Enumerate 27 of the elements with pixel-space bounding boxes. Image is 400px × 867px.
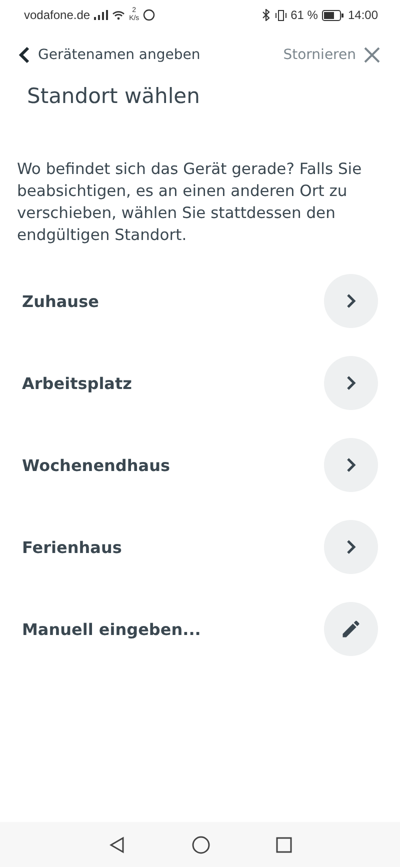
- location-label: Zuhause: [22, 292, 99, 310]
- battery-icon: [322, 10, 344, 20]
- wifi-icon: [112, 10, 126, 20]
- location-label: Ferienhaus: [22, 538, 122, 556]
- pencil-icon: [340, 618, 362, 640]
- battery-percent: 61 %: [290, 8, 318, 22]
- back-button[interactable]: Gerätenamen angeben: [18, 46, 200, 64]
- recents-nav-button[interactable]: [276, 836, 292, 852]
- cancel-button[interactable]: Stornieren: [283, 47, 380, 63]
- chevron-right-icon: [345, 457, 357, 473]
- home-nav-button[interactable]: [192, 836, 210, 854]
- back-nav-button[interactable]: [108, 836, 126, 854]
- close-icon: [364, 47, 380, 63]
- location-label: Arbeitsplatz: [22, 374, 132, 392]
- chevron-right-icon: [345, 375, 357, 391]
- description-text: Wo befindet sich das Gerät gerade? Falls Sie beabsichtigen, es an einen anderen Ort zu verschieben, wählen Sie stattdessen den endgültigen Standort.: [17, 159, 363, 246]
- back-chevron-icon: [18, 46, 30, 64]
- carrier-name: vodafone.de: [24, 8, 90, 22]
- location-label: Manuell eingeben...: [22, 620, 201, 638]
- clock-time: 14:00: [348, 8, 378, 22]
- bluetooth-icon: [262, 9, 271, 21]
- location-label: Wochenendhaus: [22, 456, 170, 474]
- page-title: Standort wählen: [27, 84, 201, 108]
- chevron-right-icon: [345, 293, 357, 309]
- chevron-right-icon: [345, 539, 357, 555]
- signal-icon: [94, 10, 108, 20]
- vibrate-icon: [274, 10, 287, 20]
